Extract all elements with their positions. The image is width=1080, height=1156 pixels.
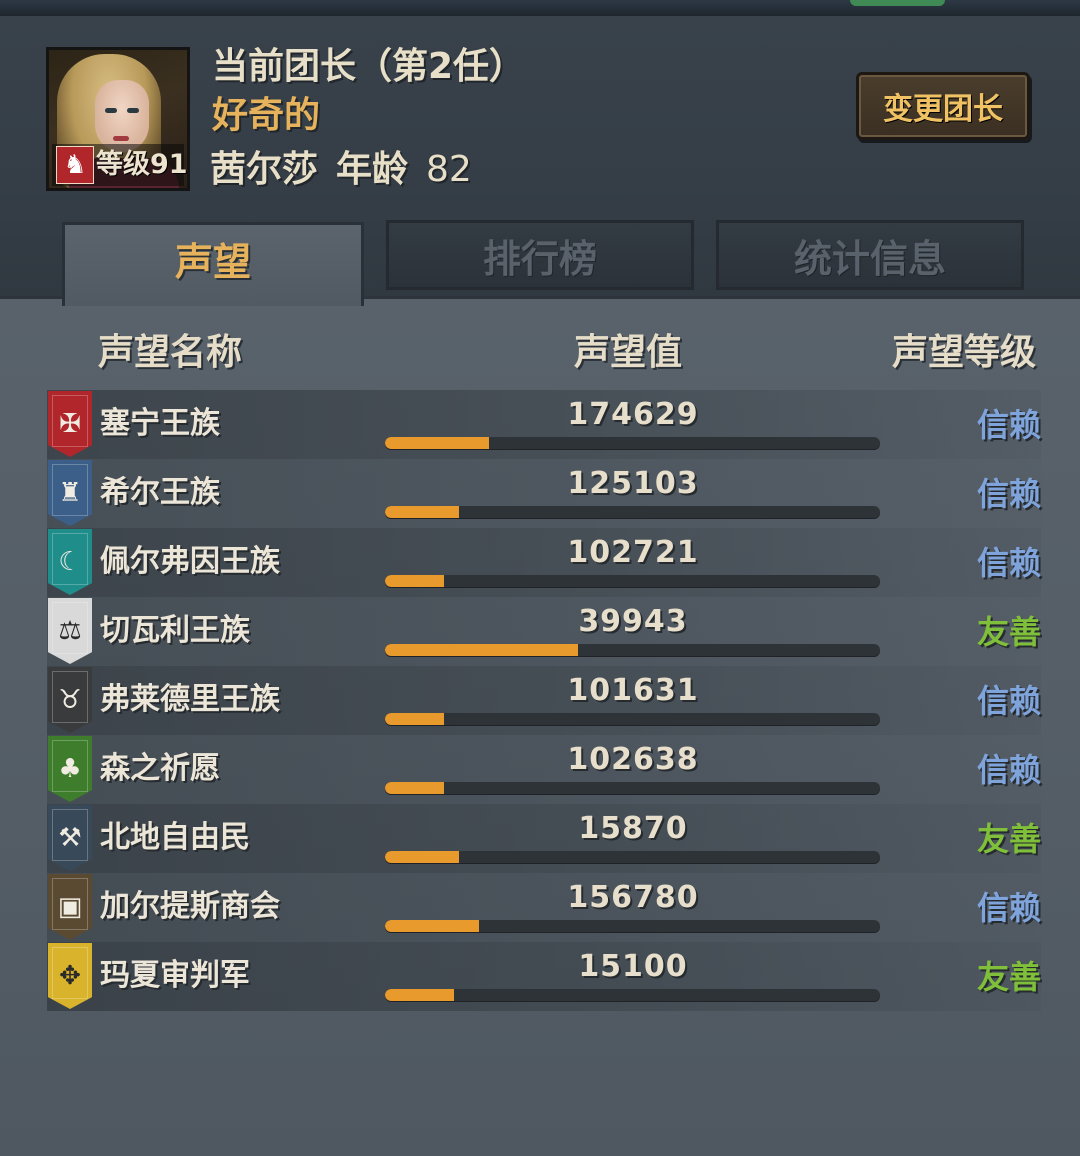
reputation-progress-fill <box>385 920 480 932</box>
sword-crest-icon: ✠ <box>48 391 92 457</box>
reputation-progress-fill <box>385 989 455 1001</box>
bull-head-icon: ♉ <box>48 667 92 733</box>
column-header-name: 声望名称 <box>98 332 243 373</box>
faction-row[interactable]: ♜ 希尔王族 125103 信赖 <box>47 459 1041 528</box>
reputation-level: 信赖 <box>976 682 1041 720</box>
reputation-level: 友善 <box>976 613 1041 651</box>
reputation-progress-fill <box>385 782 445 794</box>
reputation-progress-fill <box>385 437 489 449</box>
faction-name: 切瓦利王族 <box>100 613 250 648</box>
reputation-level: 信赖 <box>976 475 1041 513</box>
change-leader-button[interactable]: 变更团长 <box>856 72 1030 140</box>
reputation-level: 友善 <box>976 958 1041 996</box>
reputation-level: 信赖 <box>976 751 1041 789</box>
level-badge: ♞ 等级91 <box>52 144 187 186</box>
faction-row[interactable]: ♉ 弗莱德里王族 101631 信赖 <box>47 666 1041 735</box>
reputation-progress-fill <box>385 713 445 725</box>
tab-reputation[interactable]: 声望 <box>62 222 364 306</box>
leader-trait: 好奇的 <box>212 95 321 136</box>
leader-name-age: 茜尔莎 年龄 82 <box>210 146 472 194</box>
faction-row[interactable]: ☾ 佩尔弗因王族 102721 信赖 <box>47 528 1041 597</box>
reputation-progress-fill <box>385 644 579 656</box>
faction-row[interactable]: ✠ 塞宁王族 174629 信赖 <box>47 390 1041 459</box>
reputation-value: 156780 <box>567 880 699 915</box>
scales-icon: ⚖ <box>48 598 92 664</box>
reputation-progress-bar <box>385 851 880 863</box>
faction-name: 玛夏审判军 <box>100 958 250 993</box>
reputation-level: 信赖 <box>976 544 1041 582</box>
faction-name: 塞宁王族 <box>100 406 220 441</box>
reputation-value: 125103 <box>567 466 699 501</box>
reputation-progress-bar <box>385 920 880 932</box>
portrait-eye <box>105 108 117 113</box>
top-glow-indicator <box>850 0 945 6</box>
faction-row[interactable]: ⚖ 切瓦利王族 39943 友善 <box>47 597 1041 666</box>
reputation-value: 101631 <box>567 673 699 708</box>
reputation-level: 友善 <box>976 820 1041 858</box>
faction-name: 希尔王族 <box>100 475 220 510</box>
faction-name: 加尔提斯商会 <box>100 889 280 924</box>
crescent-flame-icon: ☾ <box>48 529 92 595</box>
reputation-level: 信赖 <box>976 406 1041 444</box>
horse-head-icon: ♞ <box>56 146 94 184</box>
reputation-level: 信赖 <box>976 889 1041 927</box>
faction-name: 森之祈愿 <box>100 751 220 786</box>
age-label: 年龄 <box>336 149 409 190</box>
reputation-progress-bar <box>385 713 880 725</box>
reputation-progress-fill <box>385 506 460 518</box>
cross-shield-icon: ✥ <box>48 943 92 1009</box>
faction-row[interactable]: ⚒ 北地自由民 15870 友善 <box>47 804 1041 873</box>
portrait-eye <box>127 108 139 113</box>
leader-age: 82 <box>426 149 472 190</box>
faction-row[interactable]: ♣ 森之祈愿 102638 信赖 <box>47 735 1041 804</box>
faction-row[interactable]: ▣ 加尔提斯商会 156780 信赖 <box>47 873 1041 942</box>
faction-name: 弗莱德里王族 <box>100 682 280 717</box>
reputation-progress-fill <box>385 575 445 587</box>
reputation-value: 15870 <box>578 811 688 846</box>
reputation-progress-bar <box>385 506 880 518</box>
treasure-chest-icon: ▣ <box>48 874 92 940</box>
reputation-progress-bar <box>385 989 880 1001</box>
reputation-value: 102638 <box>567 742 699 777</box>
reputation-progress-fill <box>385 851 460 863</box>
tab-statistics[interactable]: 统计信息 <box>716 220 1024 290</box>
column-header-value: 声望值 <box>574 332 683 373</box>
column-header-level: 声望等级 <box>892 332 1037 373</box>
faction-name: 北地自由民 <box>100 820 250 855</box>
leader-title: 当前团长（第2任） <box>212 46 526 87</box>
top-strip <box>0 0 1080 16</box>
portrait-face <box>95 80 149 152</box>
faction-list: ✠ 塞宁王族 174629 信赖 ♜ 希尔王族 125103 信赖 ☾ 佩尔弗因王族 102721 信… <box>47 390 1041 1011</box>
leader-portrait[interactable]: ♞ 等级91 <box>46 47 190 191</box>
reputation-value: 15100 <box>578 949 688 984</box>
reputation-progress-bar <box>385 575 880 587</box>
reputation-value: 39943 <box>578 604 688 639</box>
faction-row[interactable]: ✥ 玛夏审判军 15100 友善 <box>47 942 1041 1011</box>
axe-icon: ⚒ <box>48 805 92 871</box>
reputation-progress-bar <box>385 644 880 656</box>
portrait-lips <box>113 136 129 141</box>
reputation-value: 102721 <box>567 535 699 570</box>
reputation-progress-bar <box>385 437 880 449</box>
reputation-progress-bar <box>385 782 880 794</box>
leader-name: 茜尔莎 <box>210 149 319 190</box>
leader-level: 等级91 <box>96 149 188 180</box>
tree-icon: ♣ <box>48 736 92 802</box>
faction-name: 佩尔弗因王族 <box>100 544 280 579</box>
castle-tower-icon: ♜ <box>48 460 92 526</box>
tab-leaderboard[interactable]: 排行榜 <box>386 220 694 290</box>
reputation-value: 174629 <box>567 397 699 432</box>
